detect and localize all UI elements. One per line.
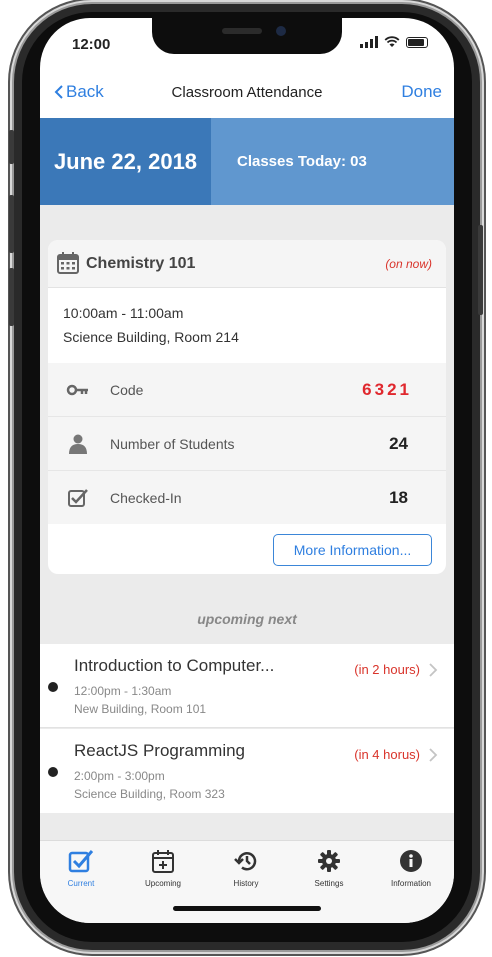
notch: [152, 18, 342, 54]
upcoming-item-time: 2:00pm - 3:00pm: [74, 769, 165, 783]
mute-switch: [9, 130, 14, 164]
upcoming-item-eta: (in 4 horus): [354, 747, 420, 762]
upcoming-item-time: 12:00pm - 1:30am: [74, 684, 172, 698]
status-icons: [360, 36, 428, 48]
gear-icon: [318, 850, 340, 872]
volume-down-button: [9, 268, 14, 326]
info-icon: [400, 850, 422, 872]
phone-screen: 12:00 Back Classroom Attendance Done Jun…: [40, 18, 454, 923]
person-icon: [69, 434, 87, 454]
chevron-right-icon: [429, 663, 438, 677]
tab-history[interactable]: History: [205, 849, 287, 888]
class-title: Chemistry 101: [86, 255, 196, 272]
code-row: Code 6321: [48, 362, 446, 416]
home-indicator[interactable]: [173, 906, 321, 911]
tab-bar: Current Upcoming History Settings Inform…: [40, 840, 454, 923]
upcoming-item[interactable]: Introduction to Computer... 12:00pm - 1:…: [40, 644, 454, 728]
checked-in-value: 18: [389, 487, 408, 507]
tab-information-label: Information: [390, 879, 432, 888]
date-banner: June 22, 2018 Classes Today: 03: [40, 118, 454, 205]
tab-current-label: Current: [67, 879, 95, 888]
tab-current[interactable]: Current: [40, 849, 122, 888]
upcoming-item-location: New Building, Room 101: [74, 702, 207, 716]
checkbox-icon: [68, 850, 94, 873]
tab-settings[interactable]: Settings: [288, 849, 370, 888]
tab-settings-label: Settings: [314, 879, 344, 888]
class-card-header: Chemistry 101 (on now): [48, 240, 446, 288]
calendar-plus-icon: [152, 850, 174, 873]
class-status: (on now): [385, 257, 432, 271]
checked-in-label: Checked-In: [110, 489, 182, 506]
more-info-area: More Information...: [48, 524, 446, 574]
calendar-icon: [57, 252, 79, 274]
tab-upcoming-label: Upcoming: [144, 879, 181, 888]
speaker-grille: [222, 28, 262, 34]
upcoming-item-location: Science Building, Room 323: [74, 787, 225, 801]
cellular-signal-icon: [360, 36, 378, 48]
tab-information[interactable]: Information: [370, 849, 452, 888]
students-row: Number of Students 24: [48, 416, 446, 470]
classes-today: Classes Today: 03: [211, 118, 454, 205]
upcoming-item-eta: (in 2 hours): [354, 662, 420, 677]
checkbox-icon: [68, 489, 88, 507]
tab-upcoming[interactable]: Upcoming: [122, 849, 204, 888]
class-info: 10:00am - 11:00am Science Building, Room…: [48, 288, 446, 362]
key-icon: [66, 384, 88, 396]
chevron-right-icon: [429, 748, 438, 762]
class-time: 10:00am - 11:00am: [63, 305, 184, 321]
class-location: Science Building, Room 214: [63, 329, 239, 345]
students-label: Number of Students: [110, 435, 235, 452]
checked-in-row: Checked-In 18: [48, 470, 446, 524]
code-label: Code: [110, 381, 144, 398]
history-icon: [234, 852, 257, 871]
navigation-bar: Back Classroom Attendance Done: [40, 74, 454, 114]
bullet-icon: [48, 682, 58, 692]
done-button[interactable]: Done: [401, 82, 442, 102]
upcoming-item-title: ReactJS Programming: [74, 741, 246, 760]
status-time: 12:00: [72, 36, 111, 53]
upcoming-item-title: Introduction to Computer...: [74, 656, 275, 675]
current-class-card: Chemistry 101 (on now) 10:00am - 11:00am…: [48, 240, 446, 574]
front-camera: [276, 26, 286, 36]
volume-up-button: [9, 195, 14, 253]
tab-history-label: History: [233, 879, 259, 888]
bullet-icon: [48, 767, 58, 777]
upcoming-header: upcoming next: [197, 611, 297, 627]
page-title: Classroom Attendance: [171, 84, 323, 101]
code-value: 6321: [362, 379, 412, 399]
students-value: 24: [389, 433, 408, 453]
more-information-button[interactable]: More Information...: [273, 534, 432, 566]
battery-icon: [406, 37, 428, 48]
wifi-icon: [384, 36, 400, 47]
upcoming-item[interactable]: ReactJS Programming 2:00pm - 3:00pm Scie…: [40, 729, 454, 813]
power-button: [478, 225, 483, 315]
current-date: June 22, 2018: [40, 118, 211, 205]
